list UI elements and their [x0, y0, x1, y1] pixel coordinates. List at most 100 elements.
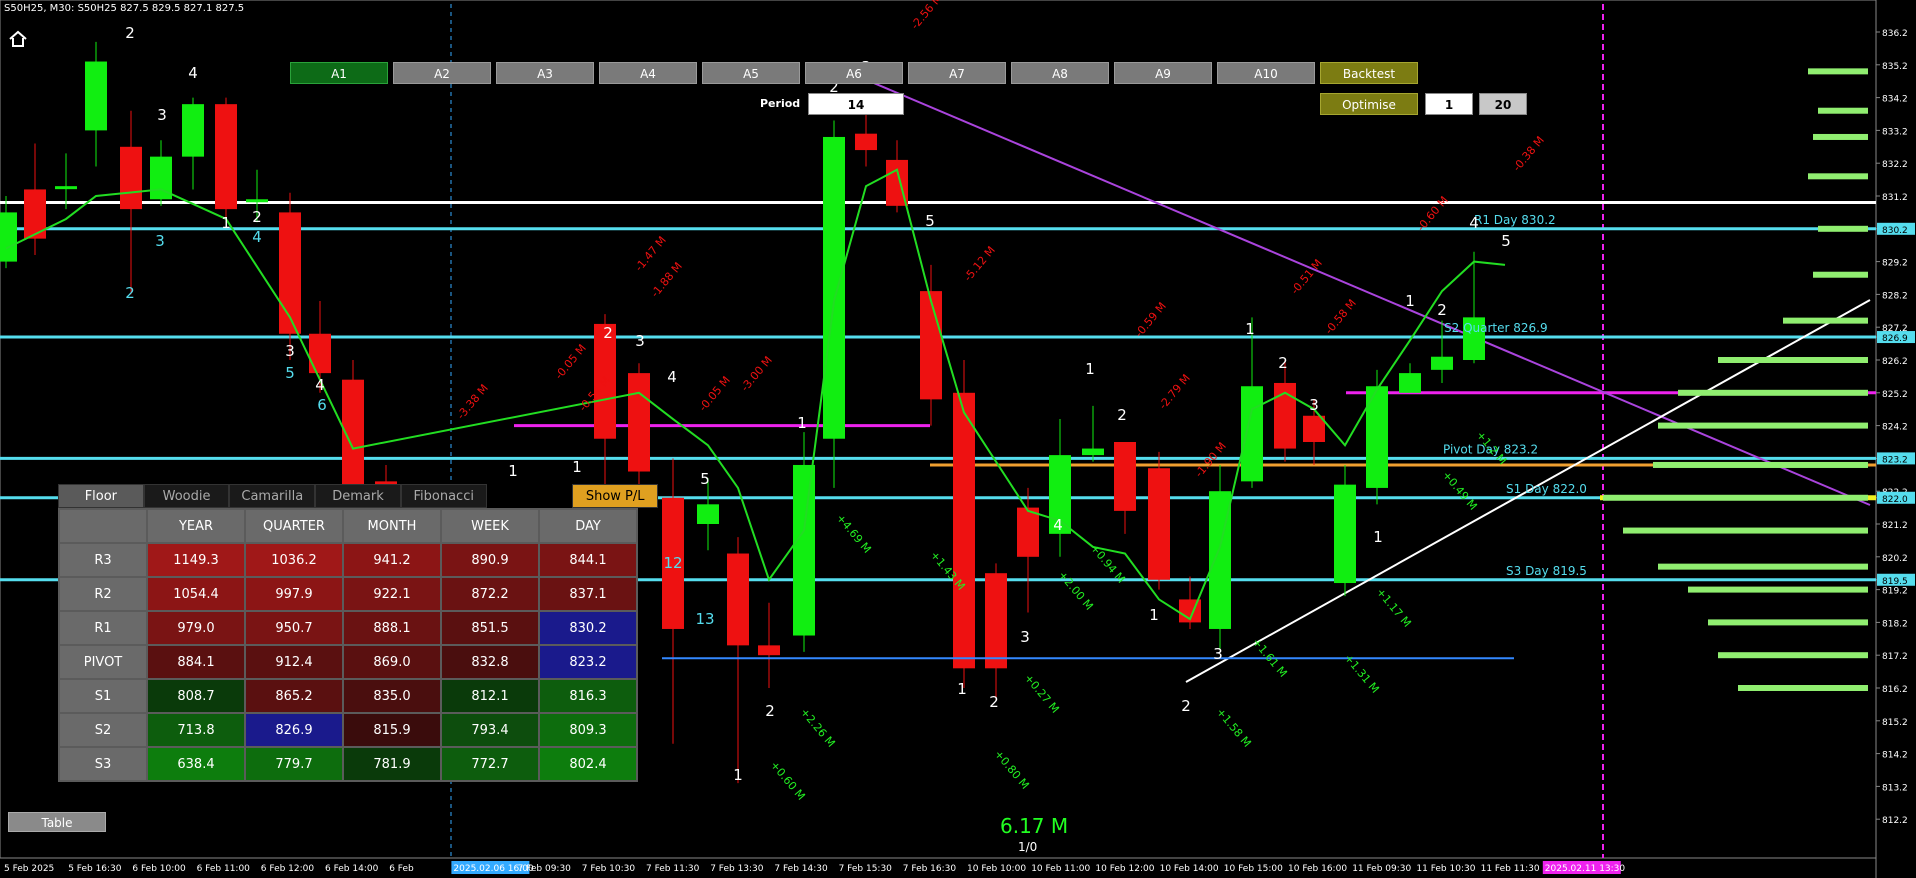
- wave-count-label: 1: [572, 458, 582, 476]
- table-cell: 809.3: [538, 712, 638, 748]
- wave-count-label: 2: [1181, 697, 1191, 715]
- time-tick-label: 7 Feb 15:30: [839, 864, 893, 874]
- optimise-button[interactable]: Optimise: [1320, 93, 1418, 115]
- wave-count-label: 1: [797, 414, 807, 432]
- row-header: R2: [58, 576, 148, 612]
- price-tick-label: 823.2: [1882, 455, 1908, 465]
- candle-body: [697, 504, 719, 524]
- level-label: S3 Day 819.5: [1506, 564, 1587, 578]
- candle-body: [727, 553, 749, 646]
- volume-profile-bar: [1808, 68, 1868, 75]
- time-tick-label: 10 Feb 16:00: [1288, 864, 1347, 874]
- price-tick-label: 835.2: [1882, 62, 1908, 72]
- tab-demark[interactable]: Demark: [315, 484, 401, 508]
- table-cell: 888.1: [342, 610, 442, 646]
- column-header: MONTH: [342, 508, 442, 544]
- period-label: Period: [760, 97, 801, 110]
- table-cell: 837.1: [538, 576, 638, 612]
- wave-count-label: 3: [157, 106, 167, 124]
- strategy-tab-a2[interactable]: A2: [393, 62, 491, 84]
- wave-count-label: 3: [1020, 628, 1030, 646]
- wave-count-label: 1: [1245, 320, 1255, 338]
- wave-count-label: 5: [700, 470, 710, 488]
- time-tick-label: 10 Feb 10:00: [967, 864, 1026, 874]
- pivot-table: YEAR QUARTER MONTH WEEK DAY R3 1149.3 1036.2 941…: [58, 508, 638, 782]
- candle-body: [1148, 468, 1170, 580]
- table-cell: 872.2: [440, 576, 540, 612]
- tab-spacer: [486, 484, 573, 508]
- candle-body: [1431, 356, 1453, 370]
- table-cell: 1149.3: [146, 542, 246, 578]
- price-tick-label: 826.2: [1882, 357, 1908, 367]
- table-cell: 950.7: [244, 610, 344, 646]
- table-cell: 1054.4: [146, 576, 246, 612]
- show-pl-button[interactable]: Show P/L: [572, 484, 659, 508]
- price-tick-label: 821.2: [1882, 521, 1908, 531]
- wave-count-label: 2: [1437, 301, 1447, 319]
- row-header: PIVOT: [58, 644, 148, 680]
- table-cell: 830.2: [538, 610, 638, 646]
- candle-body: [246, 199, 268, 203]
- time-tick-label: 10 Feb 11:00: [1031, 864, 1090, 874]
- price-tick-label: 822.0: [1882, 495, 1908, 505]
- candle-body: [855, 133, 877, 151]
- wave-count-label: 5: [925, 212, 935, 230]
- strategy-tab-a9[interactable]: A9: [1114, 62, 1212, 84]
- table-button[interactable]: Table: [8, 812, 106, 832]
- wave-count-label: 1: [1085, 360, 1095, 378]
- candle-body: [953, 392, 975, 669]
- candle-body: [215, 104, 237, 210]
- price-tick-label: 816.2: [1882, 685, 1908, 695]
- wave-count-label: 12: [663, 554, 682, 572]
- corner-cell: [58, 508, 148, 544]
- strategy-tab-a10[interactable]: A10: [1217, 62, 1315, 84]
- table-cell: 997.9: [244, 576, 344, 612]
- table-row: S1 808.7 865.2 835.0 812.1 816.3: [58, 678, 638, 714]
- strategy-tab-a4[interactable]: A4: [599, 62, 697, 84]
- volume-profile-bar: [1718, 357, 1868, 363]
- volume-profile-bar: [1603, 494, 1868, 501]
- table-cell: 865.2: [244, 678, 344, 714]
- tab-woodie[interactable]: Woodie: [143, 484, 230, 508]
- price-tick-label: 826.9: [1882, 334, 1908, 344]
- strategy-tab-a7[interactable]: A7: [908, 62, 1006, 84]
- price-tick-label: 836.2: [1882, 29, 1908, 39]
- period-field[interactable]: 14: [808, 93, 904, 115]
- home-icon[interactable]: [8, 30, 28, 48]
- price-tick-label: 824.2: [1882, 423, 1908, 433]
- strategy-tab-a1[interactable]: A1: [290, 62, 388, 84]
- tab-fibonacci[interactable]: Fibonacci: [400, 484, 487, 508]
- time-tick-label: 2025.02.11 13:30: [1545, 864, 1626, 874]
- level-label: S1 Day 822.0: [1506, 482, 1587, 496]
- wave-count-label: 1: [957, 680, 967, 698]
- table-row: S2 713.8 826.9 815.9 793.4 809.3: [58, 712, 638, 748]
- candle-body: [0, 212, 17, 262]
- table-cell: 826.9: [244, 712, 344, 748]
- strategy-tab-a6[interactable]: A6: [805, 62, 903, 84]
- optimise-from-field[interactable]: 1: [1425, 93, 1473, 115]
- strategy-tab-a5[interactable]: A5: [702, 62, 800, 84]
- optimise-to-field[interactable]: 20: [1479, 93, 1527, 115]
- price-tick-label: 833.2: [1882, 127, 1908, 137]
- level-label: S2 Quarter 826.9: [1444, 321, 1548, 335]
- wave-count-label: 1: [221, 214, 231, 232]
- time-tick-label: 6 Feb 10:00: [132, 864, 186, 874]
- backtest-button[interactable]: Backtest: [1320, 62, 1418, 84]
- row-header: R3: [58, 542, 148, 578]
- wave-count-label: 1: [508, 462, 518, 480]
- wave-count-label: 4: [315, 376, 325, 394]
- strategy-tab-a3[interactable]: A3: [496, 62, 594, 84]
- tab-camarilla[interactable]: Camarilla: [229, 484, 316, 508]
- tab-floor[interactable]: Floor: [58, 484, 144, 508]
- row-header: S2: [58, 712, 148, 748]
- price-tick-label: 817.2: [1882, 652, 1908, 662]
- strategy-tab-a8[interactable]: A8: [1011, 62, 1109, 84]
- time-tick-label: 11 Feb 10:30: [1416, 864, 1475, 874]
- wave-count-label: 4: [667, 368, 677, 386]
- volume-profile-bar: [1738, 685, 1868, 691]
- time-tick-label: 7 Feb 13:30: [710, 864, 764, 874]
- time-tick-label: 10 Feb 15:00: [1224, 864, 1283, 874]
- volume-profile-bar: [1813, 133, 1868, 140]
- wave-count-label: 2: [765, 702, 775, 720]
- table-cell: 812.1: [440, 678, 540, 714]
